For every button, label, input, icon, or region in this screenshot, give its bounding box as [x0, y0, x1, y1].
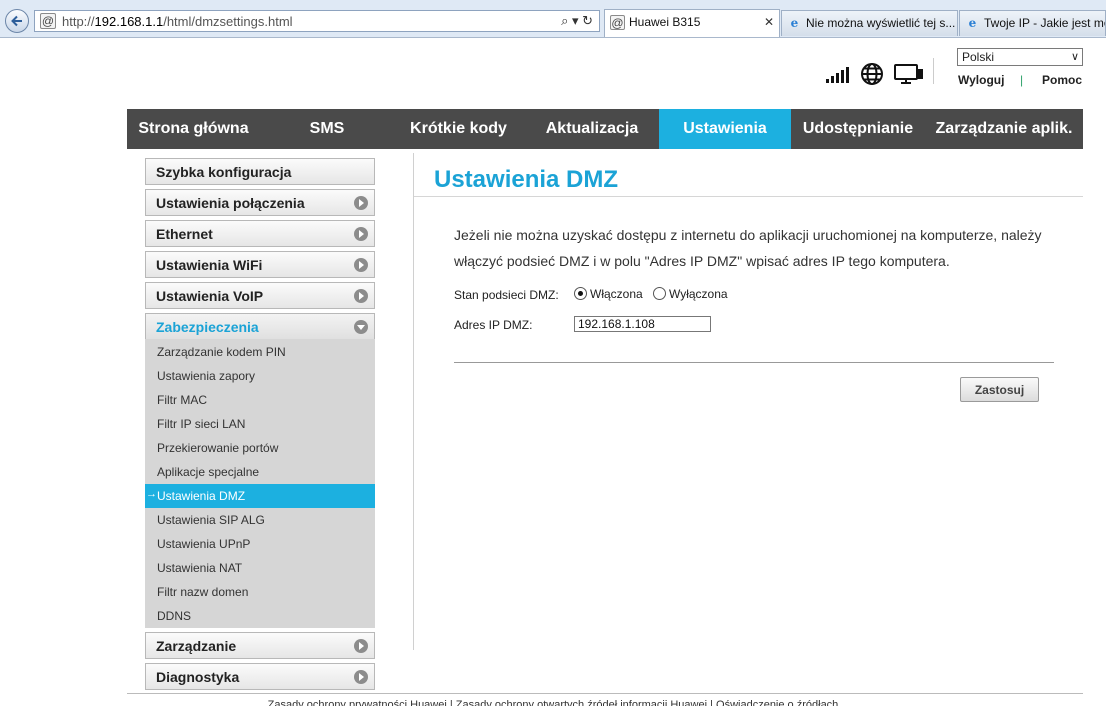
- address-tools-icon[interactable]: ⌕ ▾ ↻: [561, 13, 593, 29]
- dmz-status-label: Stan podsieci DMZ:: [454, 288, 559, 302]
- submenu-port-forwarding[interactable]: Przekierowanie portów: [145, 436, 375, 460]
- address-url[interactable]: http://192.168.1.1/html/dmzsettings.html: [62, 14, 293, 29]
- sidebar-item-label: Szybka konfiguracja: [156, 164, 292, 180]
- header-separator: [933, 58, 934, 84]
- radio-label: Wyłączona: [669, 287, 728, 301]
- submenu-nat[interactable]: Ustawienia NAT: [145, 556, 375, 580]
- sidebar-ethernet[interactable]: Ethernet: [145, 220, 375, 247]
- tab-close-icon[interactable]: ✕: [764, 15, 774, 29]
- globe-icon: [861, 63, 883, 85]
- chevron-down-icon: ∨: [1070, 51, 1079, 63]
- sidebar-diagnostics[interactable]: Diagnostyka: [145, 663, 375, 690]
- nav-app-management[interactable]: Zarządzanie aplik.: [925, 109, 1083, 149]
- submenu-dmz-settings[interactable]: → Ustawienia DMZ: [145, 484, 375, 508]
- tab-label: Twoje IP - Jakie jest mo: [984, 16, 1106, 30]
- tab-label: Nie można wyświetlić tej s...: [806, 16, 956, 30]
- arrow-right-icon: →: [146, 488, 157, 500]
- sidebar-item-label: Zabezpieczenia: [156, 319, 259, 335]
- computer-monitor-icon: [894, 64, 923, 84]
- logout-link[interactable]: Wyloguj: [958, 73, 1004, 87]
- page-title: Ustawienia DMZ: [434, 166, 619, 193]
- chevron-right-icon: [354, 639, 368, 653]
- sidebar-quick-setup[interactable]: Szybka konfiguracja: [145, 158, 375, 185]
- submenu-mac-filter[interactable]: Filtr MAC: [145, 388, 375, 412]
- submenu-pin-management[interactable]: Zarządzanie kodem PIN: [145, 340, 375, 364]
- chevron-right-icon: [354, 196, 368, 210]
- language-select[interactable]: Polski ∨: [957, 48, 1083, 66]
- language-value: Polski: [962, 50, 995, 64]
- sidebar-security[interactable]: Zabezpieczenia: [145, 313, 375, 340]
- dmz-description: Jeżeli nie można uzyskać dostępu z inter…: [454, 227, 1042, 269]
- sidebar-voip-settings[interactable]: Ustawienia VoIP: [145, 282, 375, 309]
- submenu-item-label: Ustawienia DMZ: [157, 489, 246, 503]
- header-pipe: |: [1020, 73, 1024, 87]
- dmz-ip-label: Adres IP DMZ:: [454, 318, 533, 332]
- chevron-right-icon: [354, 227, 368, 241]
- nav-short-codes[interactable]: Krótkie kody: [392, 109, 525, 149]
- radio-label: Włączona: [590, 287, 643, 301]
- submenu-ddns[interactable]: DDNS: [145, 604, 375, 628]
- page-icon: @: [610, 15, 625, 30]
- submenu-special-apps[interactable]: Aplikacje specjalne: [145, 460, 375, 484]
- back-arrow-icon: [11, 15, 22, 27]
- submenu-upnp[interactable]: Ustawienia UPnP: [145, 532, 375, 556]
- nav-home[interactable]: Strona główna: [127, 109, 260, 149]
- main-nav: Strona główna SMS Krótkie kody Aktualiza…: [127, 109, 1083, 149]
- nav-sms[interactable]: SMS: [264, 109, 390, 149]
- nav-sharing[interactable]: Udostępnianie: [793, 109, 923, 149]
- content-divider: [413, 153, 414, 650]
- dmz-disabled-radio[interactable]: Wyłączona: [653, 287, 728, 303]
- page-icon: @: [40, 13, 56, 29]
- sidebar-item-label: Diagnostyka: [156, 669, 240, 685]
- internet-explorer-icon: e: [968, 16, 977, 30]
- status-icons: [824, 62, 924, 88]
- tab-error-page[interactable]: e Nie można wyświetlić tej s...: [781, 10, 958, 36]
- sidebar-item-label: Ustawienia VoIP: [156, 288, 264, 304]
- tab-huawei[interactable]: @ Huawei B315 ✕: [604, 9, 780, 37]
- internet-explorer-icon: e: [790, 16, 799, 30]
- submenu-domain-filter[interactable]: Filtr nazw domen: [145, 580, 375, 604]
- sidebar-connection-settings[interactable]: Ustawienia połączenia: [145, 189, 375, 216]
- sidebar-item-label: Ethernet: [156, 226, 213, 242]
- back-button[interactable]: [5, 9, 29, 33]
- sidebar-item-label: Zarządzanie: [156, 638, 237, 654]
- submenu-firewall-settings[interactable]: Ustawienia zapory: [145, 364, 375, 388]
- signal-strength-icon: [826, 67, 849, 83]
- security-submenu: Zarządzanie kodem PIN Ustawienia zapory …: [145, 339, 375, 628]
- chevron-down-icon: [354, 320, 368, 334]
- title-divider: [414, 196, 1083, 197]
- sidebar-item-label: Ustawienia WiFi: [156, 257, 263, 273]
- sidebar-management[interactable]: Zarządzanie: [145, 632, 375, 659]
- address-bar[interactable]: @ http://192.168.1.1/html/dmzsettings.ht…: [34, 10, 600, 32]
- chevron-right-icon: [354, 670, 368, 684]
- chevron-right-icon: [354, 258, 368, 272]
- chevron-right-icon: [354, 289, 368, 303]
- nav-settings[interactable]: Ustawienia: [659, 109, 791, 149]
- footer-links[interactable]: Zasady ochrony prywatności Huawei | Zasa…: [0, 699, 1106, 706]
- browser-chrome: @ http://192.168.1.1/html/dmzsettings.ht…: [0, 0, 1106, 38]
- form-divider: [454, 362, 1054, 363]
- help-link[interactable]: Pomoc: [1042, 73, 1082, 87]
- radio-unchecked-icon[interactable]: [653, 287, 666, 300]
- sidebar-wifi-settings[interactable]: Ustawienia WiFi: [145, 251, 375, 278]
- nav-update[interactable]: Aktualizacja: [527, 109, 657, 149]
- radio-checked-icon[interactable]: [574, 287, 587, 300]
- submenu-sip-alg[interactable]: Ustawienia SIP ALG: [145, 508, 375, 532]
- submenu-lan-ip-filter[interactable]: Filtr IP sieci LAN: [145, 412, 375, 436]
- footer-divider: [127, 693, 1083, 694]
- dmz-enabled-radio[interactable]: Włączona: [574, 287, 643, 303]
- tab-ip-check[interactable]: e Twoje IP - Jakie jest mo: [959, 10, 1106, 36]
- dmz-ip-input[interactable]: [574, 316, 711, 332]
- tab-label: Huawei B315: [629, 15, 701, 29]
- apply-button[interactable]: Zastosuj: [960, 377, 1039, 402]
- sidebar-item-label: Ustawienia połączenia: [156, 195, 305, 211]
